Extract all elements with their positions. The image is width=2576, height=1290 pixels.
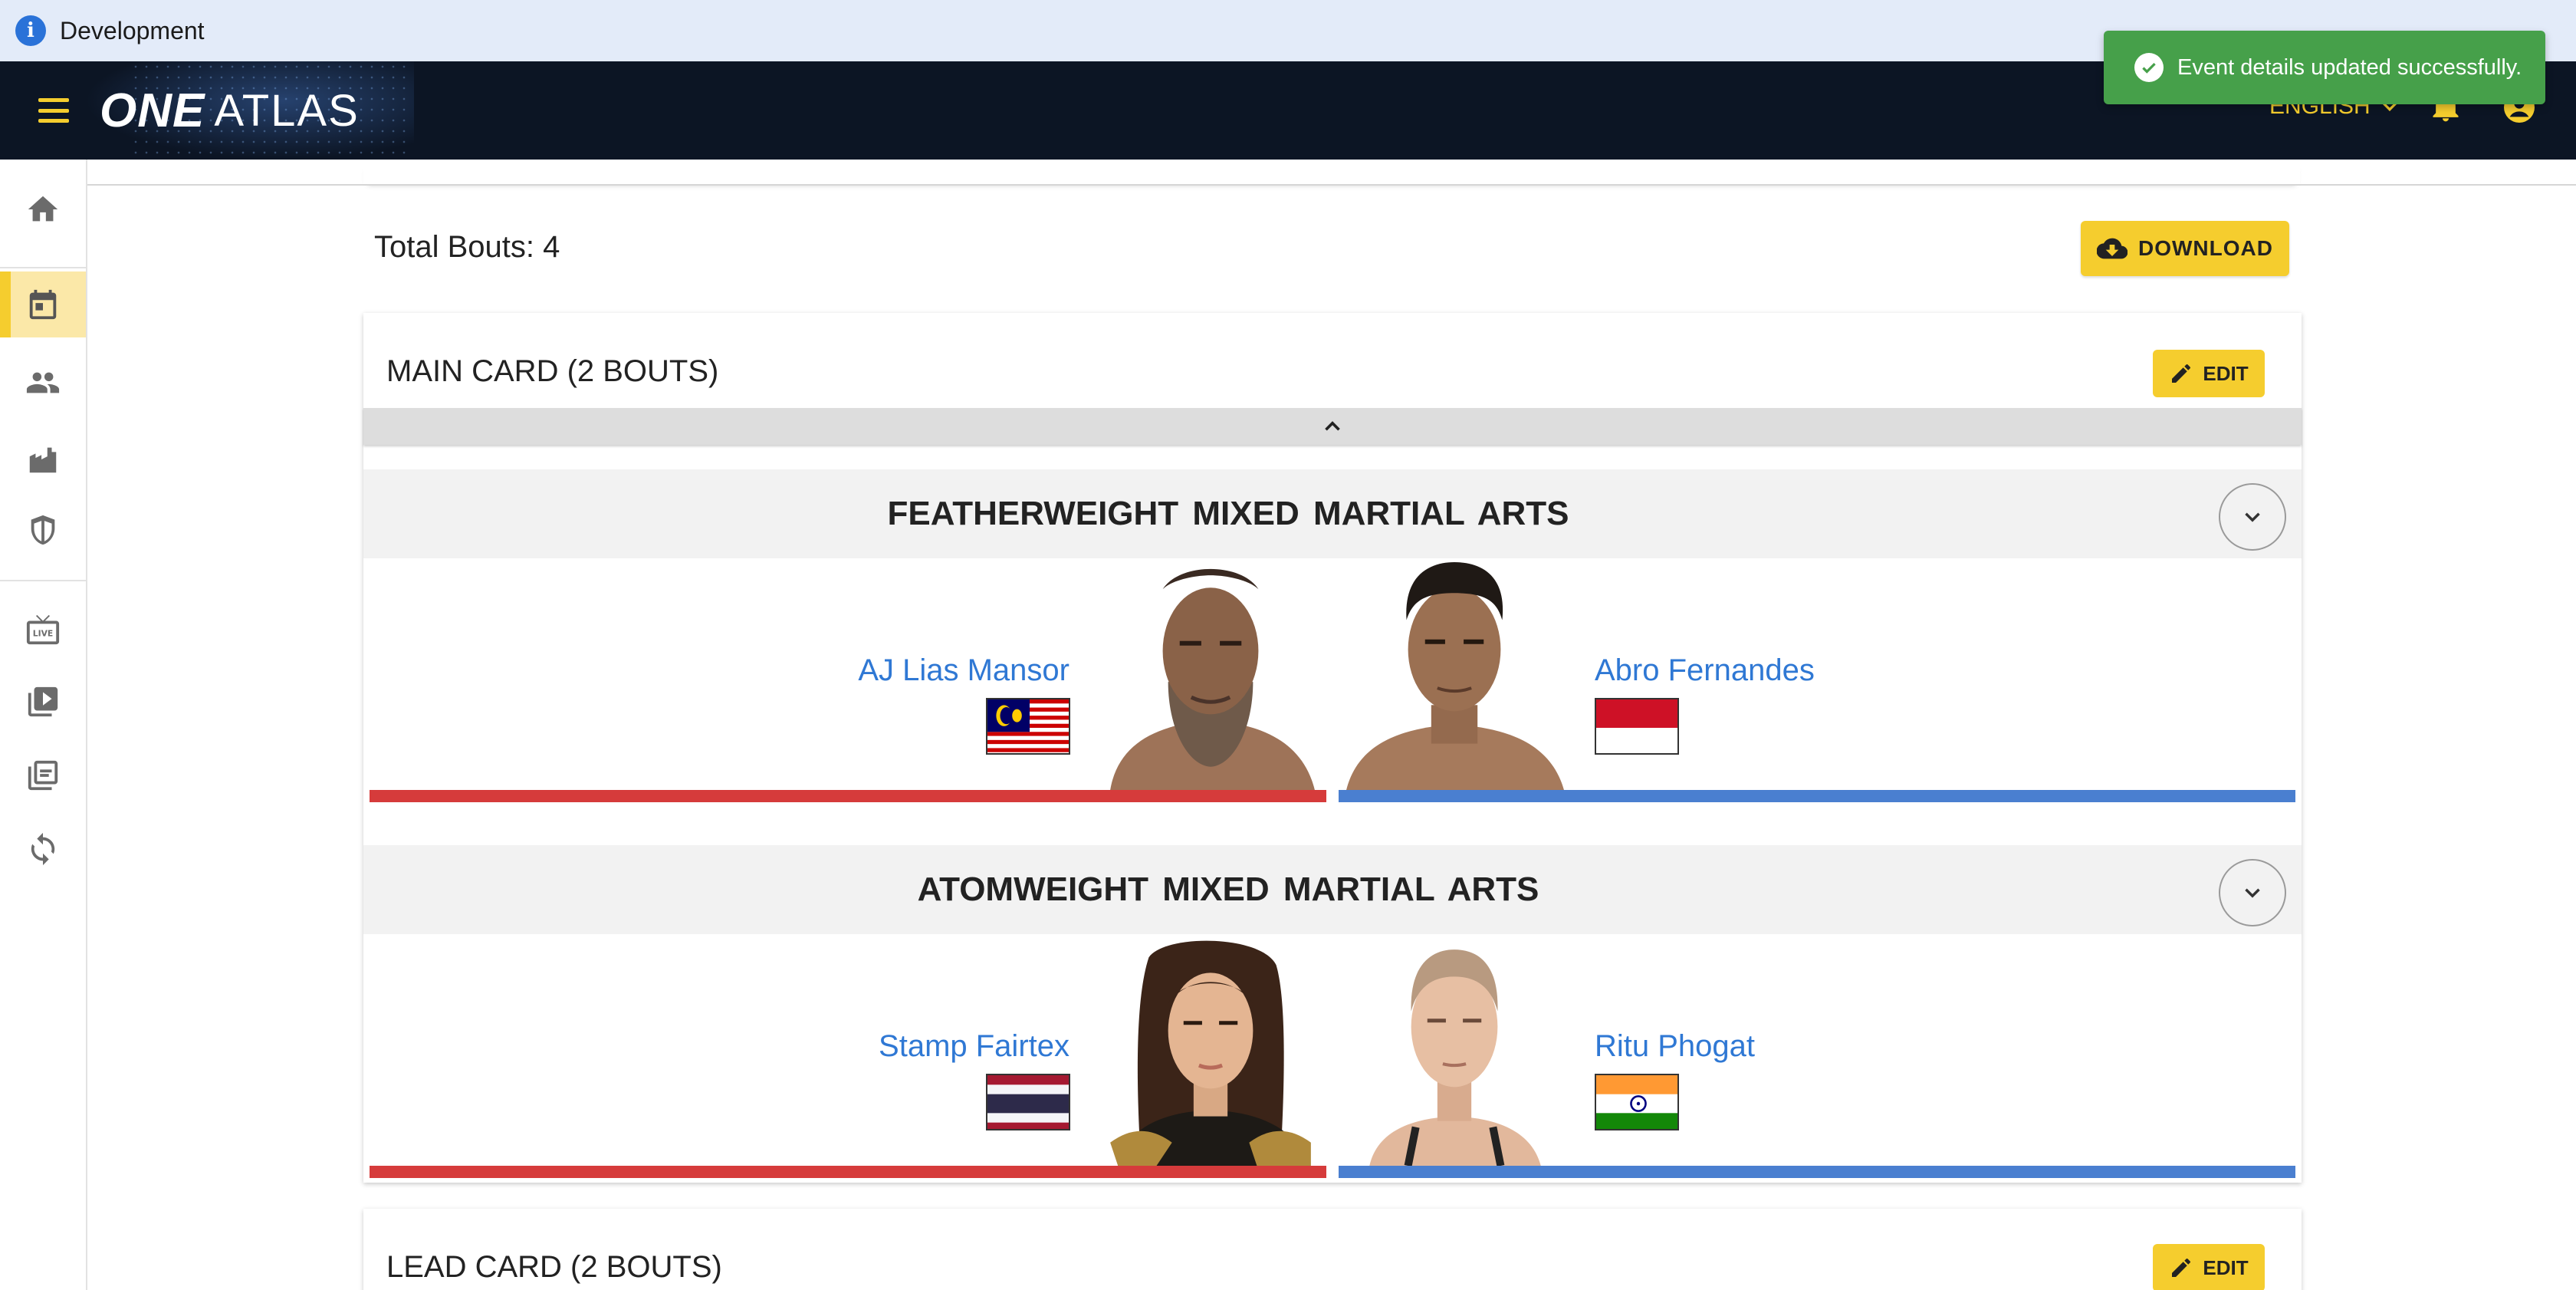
- fighter-name-link[interactable]: AJ Lias Mansor: [858, 653, 1070, 688]
- red-corner-stripe: [370, 790, 1326, 802]
- blue-corner-fighter: Abro Fernandes: [1339, 558, 2295, 802]
- app-logo[interactable]: ONE ATLAS: [100, 83, 360, 138]
- sidebar-divider: [0, 580, 86, 581]
- red-corner-fighter: AJ Lias Mansor: [370, 558, 1326, 802]
- download-label: DOWNLOAD: [2138, 236, 2273, 260]
- logo-one: ONE: [100, 84, 205, 137]
- fighter-name-link[interactable]: Stamp Fairtex: [879, 1029, 1070, 1064]
- bout-row: ATOMWEIGHT MIXED MARTIAL ARTS Stamp Fair…: [363, 845, 2302, 1183]
- thailand-flag-icon: [986, 1074, 1070, 1130]
- video-library-icon: [28, 686, 58, 717]
- chevron-down-icon: [2245, 512, 2260, 522]
- check-circle-icon: [2134, 53, 2164, 82]
- blue-corner-stripe: [1339, 790, 2295, 802]
- edit-label: EDIT: [2203, 1255, 2249, 1279]
- sync-icon: [31, 832, 55, 866]
- sidebar-item-sync[interactable]: [0, 816, 86, 882]
- blue-corner-fighter: Ritu Phogat: [1339, 934, 2295, 1178]
- toast-message: Event details updated successfully.: [2177, 54, 2522, 80]
- people-icon: [26, 372, 60, 393]
- content-divider: [87, 184, 2576, 186]
- lead-card-title: LEAD CARD (2 BOUTS): [386, 1250, 722, 1284]
- pencil-icon: [2172, 364, 2191, 383]
- expand-bout-button[interactable]: [2219, 859, 2286, 926]
- india-flag-icon: [1595, 1074, 1679, 1130]
- fighter-portrait: [1339, 558, 1570, 790]
- sidebar-item-videos[interactable]: [0, 669, 86, 735]
- fighter-portrait: [1095, 558, 1326, 790]
- chevron-down-icon: [2245, 888, 2260, 898]
- expand-bout-button[interactable]: [2219, 483, 2286, 551]
- fighter-name-link[interactable]: Abro Fernandes: [1595, 653, 1815, 688]
- lead-card-section: LEAD CARD (2 BOUTS) EDIT: [363, 1209, 2302, 1290]
- live-tv-icon: LIVE: [26, 614, 60, 645]
- fighter-name-link[interactable]: Ritu Phogat: [1595, 1029, 1755, 1064]
- sidebar-item-live[interactable]: LIVE: [0, 597, 86, 663]
- buildings-icon: [29, 447, 57, 473]
- edit-label: EDIT: [2203, 361, 2249, 385]
- main-card-section: MAIN CARD (2 BOUTS) EDIT FEATHERWEIGHT M…: [363, 313, 2302, 1183]
- sidebar-item-federations[interactable]: [0, 497, 86, 563]
- sidebar: LIVE: [0, 160, 87, 1290]
- total-bouts: Total Bouts: 4: [374, 230, 560, 264]
- main-card-title: MAIN CARD (2 BOUTS): [386, 354, 719, 388]
- calendar-icon: [29, 289, 57, 320]
- success-toast: Event details updated successfully.: [2104, 31, 2545, 104]
- pencil-icon: [2172, 1259, 2191, 1277]
- red-corner-stripe: [370, 1166, 1326, 1178]
- sidebar-item-galleries[interactable]: [0, 742, 86, 808]
- blue-corner-stripe: [1339, 1166, 2295, 1178]
- event-details-card-bottom: [363, 161, 2300, 184]
- menu-icon[interactable]: [38, 98, 69, 123]
- bout-row: FEATHERWEIGHT MIXED MARTIAL ARTS AJ Lias…: [363, 469, 2302, 807]
- download-button[interactable]: DOWNLOAD: [2081, 221, 2289, 276]
- environment-label: Development: [60, 16, 205, 44]
- info-icon: i: [15, 15, 46, 46]
- malaysia-flag-icon: [986, 698, 1070, 755]
- logo-atlas: ATLAS: [214, 85, 360, 136]
- photo-library-icon: [28, 760, 58, 791]
- home-icon: [28, 196, 58, 222]
- fighter-portrait: [1339, 934, 1570, 1166]
- sidebar-item-athletes[interactable]: [0, 350, 86, 416]
- sidebar-item-events[interactable]: [0, 271, 86, 337]
- cloud-download-icon: [2097, 238, 2128, 259]
- sidebar-item-organizations[interactable]: [0, 426, 86, 492]
- edit-lead-card-button[interactable]: EDIT: [2153, 1244, 2265, 1290]
- svg-text:LIVE: LIVE: [33, 629, 53, 639]
- shield-icon: [31, 515, 55, 545]
- red-corner-fighter: Stamp Fairtex: [370, 934, 1326, 1178]
- edit-main-card-button[interactable]: EDIT: [2153, 350, 2265, 397]
- indonesia-flag-icon: [1595, 698, 1679, 755]
- sidebar-item-home[interactable]: [0, 176, 86, 242]
- collapse-card-bar[interactable]: [363, 408, 2302, 445]
- fighter-portrait: [1095, 934, 1326, 1166]
- bout-title: ATOMWEIGHT MIXED MARTIAL ARTS: [917, 870, 1539, 908]
- sidebar-divider: [0, 267, 86, 268]
- chevron-up-icon: [1325, 421, 1340, 431]
- bout-title: FEATHERWEIGHT MIXED MARTIAL ARTS: [887, 495, 1569, 532]
